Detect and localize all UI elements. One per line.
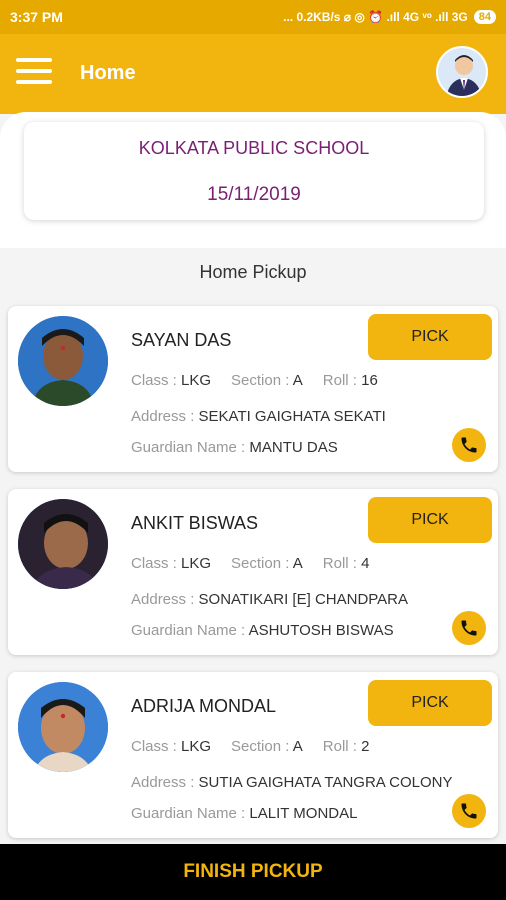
section-label: Section : <box>231 738 293 755</box>
roll-value: 2 <box>361 738 370 755</box>
call-button[interactable] <box>452 428 486 462</box>
phone-icon <box>461 803 477 819</box>
class-value: LKG <box>181 555 212 572</box>
student-photo <box>18 316 108 406</box>
guardian-label: Guardian Name : <box>131 439 250 456</box>
section-label: Section : <box>231 372 293 389</box>
address-label: Address : <box>131 591 199 608</box>
student-address: Address : SEKATI GAIGHATA SEKATI <box>131 408 386 425</box>
student-photo <box>18 499 108 589</box>
guardian-label: Guardian Name : <box>131 805 250 822</box>
student-address: Address : SONATIKARI [E] CHANDPARA <box>131 591 408 608</box>
roll-label: Roll : <box>322 738 362 755</box>
phone-icon <box>461 437 477 453</box>
student-card: ANKIT BISWAS PICK Class : LKG Section : A… <box>8 489 498 655</box>
student-photo-image <box>18 682 108 772</box>
pick-button[interactable]: PICK <box>368 314 492 360</box>
student-meta: Class : LKG Section : A Roll : 16 <box>131 372 378 389</box>
address-label: Address : <box>131 774 199 791</box>
student-photo-image <box>18 316 108 406</box>
section-value: A <box>292 555 303 572</box>
status-time: 3:37 PM <box>10 9 63 25</box>
address-value: SUTIA GAIGHATA TANGRA COLONY <box>198 774 453 791</box>
status-bar: 3:37 PM ... 0.2KB/s ⌀ ◎ ⏰ .ıll 4G ᵛᵒ .ıl… <box>0 0 506 34</box>
call-button[interactable] <box>452 611 486 645</box>
pick-button[interactable]: PICK <box>368 680 492 726</box>
school-card: KOLKATA PUBLIC SCHOOL 15/11/2019 <box>24 122 484 220</box>
pick-button[interactable]: PICK <box>368 497 492 543</box>
guardian-value: ASHUTOSH BISWAS <box>248 622 394 639</box>
guardian-value: LALIT MONDAL <box>249 805 358 822</box>
section-title: Home Pickup <box>199 262 307 282</box>
student-address: Address : SUTIA GAIGHATA TANGRA COLONY <box>131 774 452 791</box>
student-name: ADRIJA MONDAL <box>131 696 277 716</box>
roll-value: 16 <box>361 372 378 389</box>
student-photo <box>18 682 108 772</box>
status-indicators: ... 0.2KB/s ⌀ ◎ ⏰ .ıll 4G ᵛᵒ .ıll 3G 84 <box>283 10 496 24</box>
student-card: SAYAN DAS PICK Class : LKG Section : A Rol… <box>8 306 498 472</box>
guardian-name: Guardian Name : ASHUTOSH BISWAS <box>131 622 394 639</box>
roll-value: 4 <box>361 555 370 572</box>
section-value: A <box>292 372 303 389</box>
address-value: SONATIKARI [E] CHANDPARA <box>198 591 409 608</box>
status-icons: ... 0.2KB/s ⌀ ◎ ⏰ .ıll 4G ᵛᵒ .ıll 3G <box>283 10 468 24</box>
call-button[interactable] <box>452 794 486 828</box>
student-card: ADRIJA MONDAL PICK Class : LKG Section : … <box>8 672 498 838</box>
student-name: ANKIT BISWAS <box>131 513 259 533</box>
guardian-value: MANTU DAS <box>249 439 338 456</box>
address-value: SEKATI GAIGHATA SEKATI <box>198 408 386 425</box>
page-title: Home <box>80 62 136 84</box>
guardian-label: Guardian Name : <box>131 622 249 639</box>
section-value: A <box>292 738 303 755</box>
roll-label: Roll : <box>322 372 362 389</box>
class-value: LKG <box>181 372 212 389</box>
profile-avatar[interactable] <box>436 46 488 98</box>
student-photo-image <box>18 499 108 589</box>
finish-pickup-button[interactable]: FINISH PICKUP <box>0 844 506 900</box>
student-meta: Class : LKG Section : A Roll : 2 <box>131 738 369 755</box>
class-value: LKG <box>181 738 212 755</box>
user-avatar-icon <box>446 55 482 96</box>
class-label: Class : <box>131 555 182 572</box>
section-label: Section : <box>231 555 293 572</box>
guardian-name: Guardian Name : LALIT MONDAL <box>131 805 357 822</box>
pickup-date: 15/11/2019 <box>207 184 301 205</box>
roll-label: Roll : <box>322 555 362 572</box>
class-label: Class : <box>131 372 182 389</box>
student-name: SAYAN DAS <box>131 330 232 350</box>
class-label: Class : <box>131 738 182 755</box>
school-name: KOLKATA PUBLIC SCHOOL <box>138 138 370 158</box>
guardian-name: Guardian Name : MANTU DAS <box>131 439 338 456</box>
address-label: Address : <box>131 408 199 425</box>
hamburger-menu-icon[interactable] <box>16 58 52 86</box>
student-meta: Class : LKG Section : A Roll : 4 <box>131 555 369 572</box>
app-bar: Home <box>0 34 506 114</box>
phone-icon <box>461 620 477 636</box>
battery-icon: 84 <box>473 10 496 24</box>
